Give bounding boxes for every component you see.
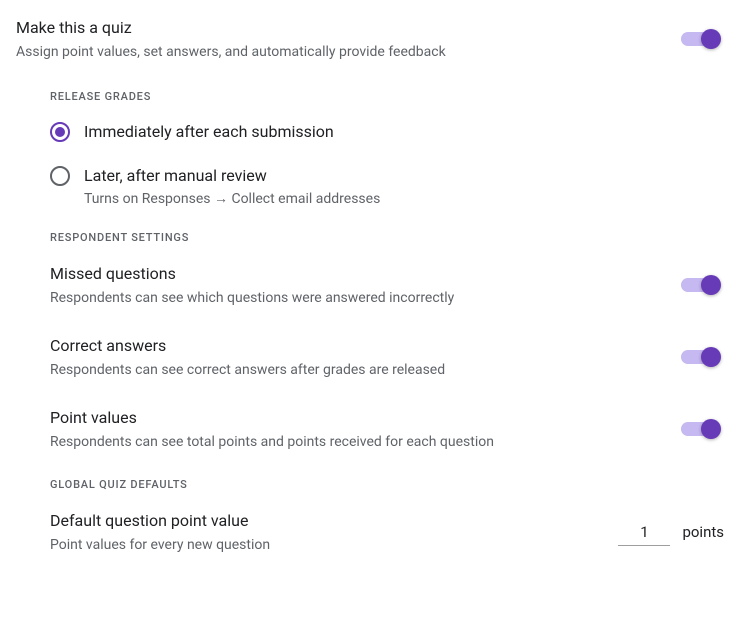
default-points-unit: points	[682, 523, 724, 541]
default-points-title: Default question point value	[50, 509, 270, 533]
missed-questions-toggle[interactable]	[681, 278, 718, 292]
correct-answers-subtitle: Respondents can see correct answers afte…	[50, 360, 445, 380]
default-points-input[interactable]	[618, 519, 670, 546]
release-option-later-sub: Turns on Responses → Collect email addre…	[84, 189, 380, 209]
default-points-row: Default question point value Point value…	[50, 509, 724, 555]
make-quiz-title: Make this a quiz	[16, 16, 446, 40]
point-values-toggle[interactable]	[681, 422, 718, 436]
point-values-row: Point values Respondents can see total p…	[50, 406, 724, 452]
make-quiz-toggle[interactable]	[681, 32, 718, 46]
respondent-settings-header: Respondent settings	[50, 231, 724, 244]
release-option-immediately-label: Immediately after each submission	[84, 121, 334, 143]
global-defaults-header: Global quiz defaults	[50, 478, 724, 491]
release-option-later[interactable]: Later, after manual review Turns on Resp…	[50, 165, 724, 209]
toggle-knob-icon	[701, 275, 721, 295]
missed-questions-title: Missed questions	[50, 262, 454, 286]
toggle-knob-icon	[701, 419, 721, 439]
correct-answers-row: Correct answers Respondents can see corr…	[50, 334, 724, 380]
make-quiz-subtitle: Assign point values, set answers, and au…	[16, 42, 446, 62]
radio-unselected-icon	[50, 166, 70, 186]
correct-answers-toggle[interactable]	[681, 350, 718, 364]
toggle-knob-icon	[701, 347, 721, 367]
radio-selected-icon	[50, 122, 70, 142]
make-quiz-row: Make this a quiz Assign point values, se…	[16, 16, 724, 62]
missed-questions-subtitle: Respondents can see which questions were…	[50, 288, 454, 308]
missed-questions-row: Missed questions Respondents can see whi…	[50, 262, 724, 308]
release-grades-header: Release grades	[50, 90, 724, 103]
point-values-title: Point values	[50, 406, 494, 430]
toggle-knob-icon	[701, 29, 721, 49]
release-option-immediately[interactable]: Immediately after each submission	[50, 121, 724, 143]
default-points-subtitle: Point values for every new question	[50, 535, 270, 555]
point-values-subtitle: Respondents can see total points and poi…	[50, 432, 494, 452]
correct-answers-title: Correct answers	[50, 334, 445, 358]
release-option-later-label: Later, after manual review	[84, 165, 380, 187]
